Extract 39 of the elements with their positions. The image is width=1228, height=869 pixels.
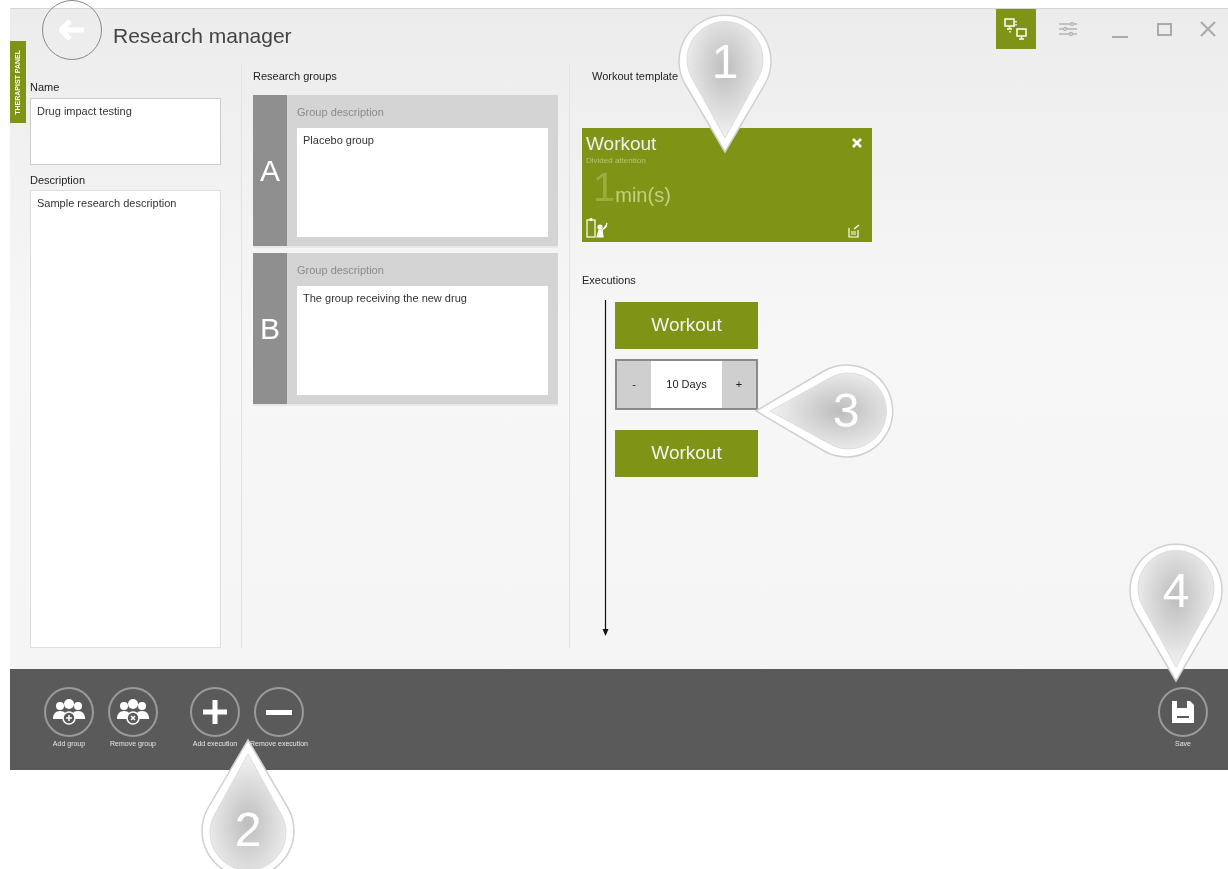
interval-stepper[interactable]: - 10 Days + xyxy=(615,359,758,410)
interval-value: 10 Days xyxy=(665,377,708,393)
name-label: Name xyxy=(30,80,61,95)
workout-title: Workout xyxy=(586,131,657,156)
increment-button[interactable]: + xyxy=(722,361,756,408)
save-icon xyxy=(1171,700,1195,724)
window-title: Research manager xyxy=(113,23,292,49)
close-icon xyxy=(1200,21,1216,37)
callout-number: 3 xyxy=(832,387,860,435)
description-field[interactable]: Sample research description xyxy=(30,190,221,648)
plus-icon xyxy=(202,699,228,725)
callout-number: 2 xyxy=(234,806,262,854)
network-icon xyxy=(1004,18,1028,40)
workout-template-label: Workout template xyxy=(592,69,679,84)
duration-unit: min(s) xyxy=(615,185,671,206)
close-icon[interactable] xyxy=(852,137,862,148)
description-label: Description xyxy=(30,172,87,188)
callout-number: 1 xyxy=(711,38,739,86)
workout-subtitle: Divided attention xyxy=(586,155,647,168)
decrement-button[interactable]: - xyxy=(617,361,651,408)
edit-note-icon[interactable] xyxy=(848,223,860,238)
group-card[interactable]: A Group description Placebo group xyxy=(253,94,558,248)
group-remove-icon xyxy=(116,699,150,725)
minus-icon xyxy=(266,709,292,715)
group-description-caption: Group description xyxy=(297,104,385,120)
group-description-field[interactable]: Placebo group xyxy=(297,128,548,237)
callout-number: 4 xyxy=(1162,567,1190,615)
executions-label: Executions xyxy=(582,272,637,288)
person-icon xyxy=(586,217,610,238)
group-description-caption: Group description xyxy=(297,262,385,278)
research-groups-label: Research groups xyxy=(253,69,338,84)
view-toggle[interactable] xyxy=(996,9,1036,49)
group-card[interactable]: B Group description The group receiving the new drug xyxy=(253,252,558,406)
group-add-icon xyxy=(52,699,86,725)
group-letter: A xyxy=(253,94,287,246)
settings-icon xyxy=(1058,22,1078,36)
group-letter: B xyxy=(253,252,287,404)
name-field[interactable]: Drug impact testing xyxy=(30,97,221,165)
group-description-field[interactable]: The group receiving the new drug xyxy=(297,286,548,395)
